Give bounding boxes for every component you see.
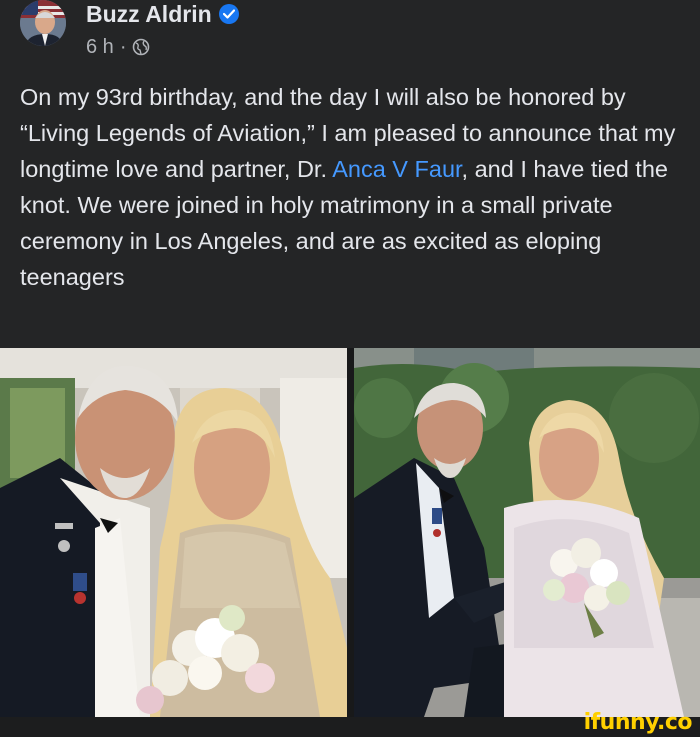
- author-row: Buzz Aldrin: [86, 0, 239, 28]
- avatar[interactable]: [20, 0, 66, 46]
- post-body: On my 93rd birthday, and the day I will …: [20, 79, 685, 295]
- meta-separator: ·: [119, 36, 127, 58]
- author-name[interactable]: Buzz Aldrin: [86, 0, 212, 28]
- post-header: Buzz Aldrin 6 h ·: [20, 0, 680, 62]
- watermark-logo: ifunny.co: [583, 710, 693, 735]
- globe-icon[interactable]: [132, 38, 150, 56]
- tagged-person-link[interactable]: Anca V Faur: [332, 156, 461, 182]
- post-timestamp[interactable]: 6 h: [86, 35, 114, 59]
- verified-badge-icon: [218, 4, 239, 24]
- wedding-photo-right[interactable]: [354, 348, 700, 717]
- photo-grid: [0, 348, 700, 717]
- wedding-photo-left[interactable]: [0, 348, 347, 717]
- post-meta: 6 h ·: [86, 35, 150, 59]
